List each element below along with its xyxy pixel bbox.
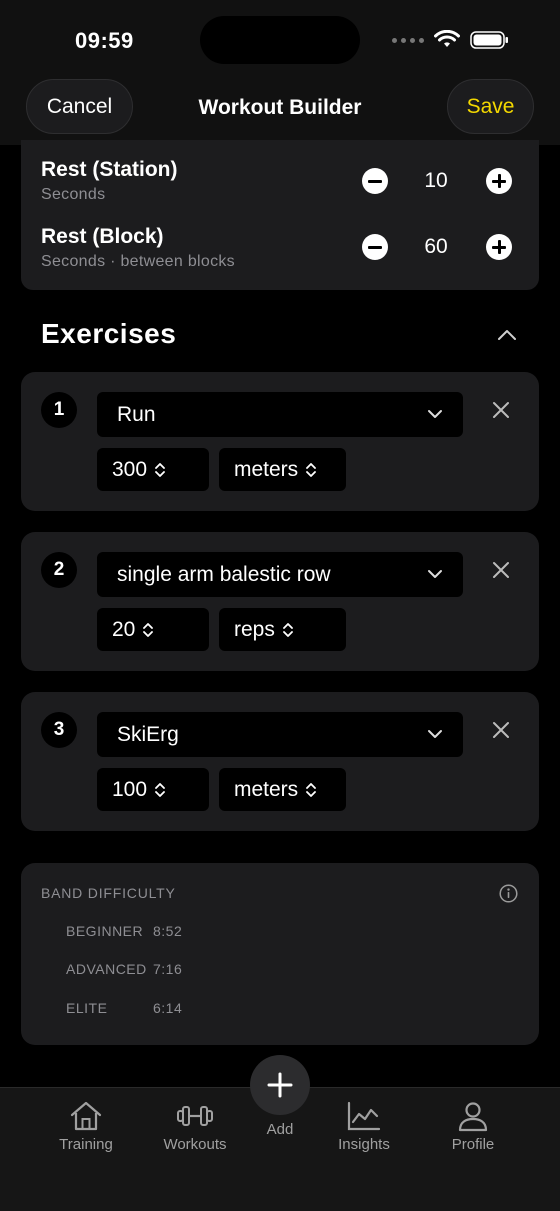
exercise-card: 1 Run 300 meters: [21, 372, 539, 511]
chevron-down-icon: [428, 410, 442, 418]
unit-value: meters: [234, 777, 299, 801]
tab-training-label: Training: [59, 1136, 113, 1153]
exercise-number: 2: [41, 552, 77, 588]
close-icon[interactable]: [491, 560, 511, 580]
band-level-beginner: BEGINNER: [66, 923, 144, 939]
band-difficulty-card: BAND DIFFICULTY BEGINNER 8:52 ADVANCED 7…: [21, 863, 539, 1045]
status-indicators: [392, 30, 510, 50]
unit-picker[interactable]: reps: [219, 608, 346, 651]
rest-block-value: 60: [424, 235, 448, 258]
rest-station-value: 10: [424, 169, 448, 192]
quantity-value: 20: [112, 617, 136, 641]
exercise-number: 3: [41, 712, 77, 748]
rest-settings-card: Rest (Station) Seconds 10 Rest (Block) S…: [21, 140, 539, 290]
band-time-advanced: 7:16: [153, 961, 183, 977]
tab-profile[interactable]: Profile: [423, 1100, 523, 1153]
tab-workouts[interactable]: Workouts: [145, 1100, 245, 1153]
band-level-elite: ELITE: [66, 1000, 108, 1016]
rest-block-sub: Seconds · between blocks: [41, 253, 235, 270]
stepper-icon: [143, 622, 154, 637]
wifi-icon: [434, 30, 460, 47]
rest-block-row: Rest (Block) Seconds · between blocks 60: [41, 225, 519, 281]
unit-picker[interactable]: meters: [219, 768, 346, 811]
tab-insights-label: Insights: [338, 1136, 390, 1153]
quantity-value: 100: [112, 777, 148, 801]
add-button[interactable]: [250, 1055, 310, 1115]
info-icon[interactable]: [499, 884, 518, 903]
tab-profile-label: Profile: [451, 1136, 495, 1153]
tab-training[interactable]: Training: [36, 1100, 136, 1153]
stepper-icon: [155, 782, 165, 797]
home-icon: [70, 1101, 102, 1131]
rest-block-label: Rest (Block): [41, 225, 164, 248]
signal-dots-icon: [392, 37, 424, 43]
exercise-number: 1: [41, 392, 77, 428]
exercise-name: single arm balestic row: [117, 563, 331, 586]
band-difficulty-title: BAND DIFFICULTY: [41, 885, 176, 901]
add-icon: [267, 1072, 293, 1098]
rest-block-increment-button[interactable]: [486, 234, 512, 260]
exercise-card: 2 single arm balestic row 20 reps: [21, 532, 539, 671]
unit-picker[interactable]: meters: [219, 448, 346, 491]
dynamic-island: [200, 16, 360, 64]
stepper-icon: [306, 782, 317, 797]
rest-station-sub: Seconds: [41, 186, 106, 203]
exercise-name: SkiErg: [117, 723, 179, 746]
tab-workouts-label: Workouts: [163, 1136, 227, 1153]
exercise-select[interactable]: SkiErg: [97, 712, 463, 757]
stepper-icon: [155, 462, 165, 477]
tab-insights[interactable]: Insights: [314, 1100, 414, 1153]
quantity-picker[interactable]: 20: [97, 608, 209, 651]
stepper-icon: [282, 622, 293, 637]
rest-station-label: Rest (Station): [41, 158, 178, 181]
chevron-down-icon: [428, 730, 442, 738]
rest-station-increment-button[interactable]: [486, 168, 512, 194]
exercise-select[interactable]: single arm balestic row: [97, 552, 463, 597]
quantity-picker[interactable]: 300: [97, 448, 209, 491]
save-button[interactable]: Save: [447, 79, 534, 134]
rest-station-decrement-button[interactable]: [362, 168, 388, 194]
exercise-select[interactable]: Run: [97, 392, 463, 437]
exercise-card: 3 SkiErg 100 meters: [21, 692, 539, 831]
band-time-beginner: 8:52: [153, 923, 183, 939]
band-time-elite: 6:14: [153, 1000, 183, 1016]
exercises-heading: Exercises: [41, 318, 177, 349]
close-icon[interactable]: [491, 400, 511, 420]
dumbbell-icon: [177, 1106, 213, 1126]
chevron-down-icon: [428, 570, 442, 578]
status-time: 09:59: [75, 28, 134, 53]
rest-station-row: Rest (Station) Seconds 10: [41, 158, 519, 214]
quantity-value: 300: [112, 457, 148, 481]
add-label: Add: [266, 1121, 294, 1138]
rest-block-decrement-button[interactable]: [362, 234, 388, 260]
chevron-up-icon[interactable]: [497, 328, 517, 342]
exercise-name: Run: [117, 403, 156, 426]
status-bar: 09:59: [0, 0, 560, 80]
unit-value: meters: [234, 457, 299, 481]
nav-bar: Cancel Workout Builder Save: [0, 70, 560, 145]
chart-icon: [347, 1101, 381, 1131]
battery-icon: [470, 31, 508, 49]
close-icon[interactable]: [491, 720, 511, 740]
unit-value: reps: [234, 617, 275, 641]
quantity-picker[interactable]: 100: [97, 768, 209, 811]
band-level-advanced: ADVANCED: [66, 961, 147, 977]
person-icon: [458, 1102, 488, 1132]
stepper-icon: [306, 462, 317, 477]
